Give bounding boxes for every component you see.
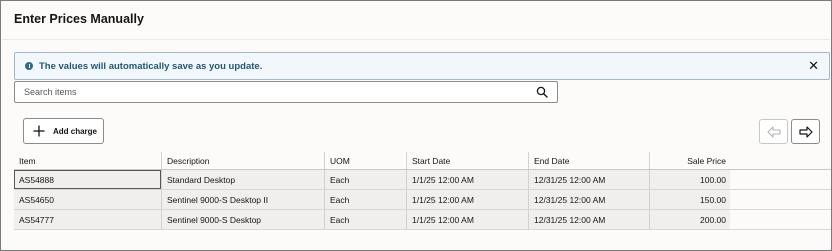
cell-sale-price[interactable]: 200.00	[649, 210, 730, 229]
next-button[interactable]	[791, 119, 820, 144]
cell-start-date[interactable]: 1/1/25 12:00 AM	[406, 170, 528, 189]
cell-description[interactable]: Standard Desktop	[161, 170, 324, 189]
search-input[interactable]	[15, 82, 535, 102]
previous-button[interactable]	[759, 119, 788, 144]
cell-start-date[interactable]: 1/1/25 12:00 AM	[406, 190, 528, 209]
cell-end-date[interactable]: 12/31/25 12:00 AM	[528, 190, 649, 209]
title-divider	[2, 39, 830, 40]
row-filler	[730, 170, 831, 189]
table-row[interactable]: AS54650 Sentinel 9000-S Desktop II Each …	[14, 190, 831, 210]
add-charge-label: Add charge	[53, 126, 98, 136]
cell-end-date[interactable]: 12/31/25 12:00 AM	[528, 210, 649, 229]
plus-icon	[33, 125, 45, 137]
prices-table: Item Description UOM Start Date End Date…	[14, 152, 831, 230]
column-header-uom[interactable]: UOM	[324, 152, 406, 169]
add-charge-button[interactable]: Add charge	[23, 118, 104, 144]
arrow-left-icon	[766, 125, 781, 138]
table-row[interactable]: AS54888 Standard Desktop Each 1/1/25 12:…	[14, 170, 831, 190]
column-header-description[interactable]: Description	[161, 152, 324, 169]
cell-uom[interactable]: Each	[324, 210, 406, 229]
row-filler	[730, 190, 831, 209]
cell-item[interactable]: AS54650	[14, 190, 161, 209]
column-header-sale-price[interactable]: Sale Price	[649, 152, 730, 169]
info-banner: The values will automatically save as yo…	[14, 52, 830, 80]
banner-message: The values will automatically save as yo…	[39, 60, 263, 72]
cell-start-date[interactable]: 1/1/25 12:00 AM	[406, 210, 528, 229]
column-header-end-date[interactable]: End Date	[528, 152, 649, 169]
row-filler	[730, 210, 831, 229]
cell-end-date[interactable]: 12/31/25 12:00 AM	[528, 170, 649, 189]
cell-description[interactable]: Sentinel 9000-S Desktop II	[161, 190, 324, 209]
page-title: Enter Prices Manually	[14, 12, 144, 26]
cell-uom[interactable]: Each	[324, 170, 406, 189]
cell-description[interactable]: Sentinel 9000-S Desktop	[161, 210, 324, 229]
cell-item[interactable]: AS54777	[14, 210, 161, 229]
column-header-start-date[interactable]: Start Date	[406, 152, 528, 169]
cell-item[interactable]: AS54888	[14, 170, 161, 189]
cell-sale-price[interactable]: 150.00	[649, 190, 730, 209]
search-icon[interactable]	[536, 86, 548, 98]
dialog-frame: Enter Prices Manually The values will au…	[0, 0, 832, 251]
column-header-item[interactable]: Item	[14, 152, 161, 169]
cell-sale-price[interactable]: 100.00	[649, 170, 730, 189]
arrow-right-icon	[798, 125, 813, 138]
table-row[interactable]: AS54777 Sentinel 9000-S Desktop Each 1/1…	[14, 210, 831, 230]
search-box	[14, 81, 558, 103]
info-icon	[25, 62, 33, 70]
cell-uom[interactable]: Each	[324, 190, 406, 209]
table-header: Item Description UOM Start Date End Date…	[14, 152, 831, 170]
close-icon[interactable]: ✕	[808, 59, 819, 73]
